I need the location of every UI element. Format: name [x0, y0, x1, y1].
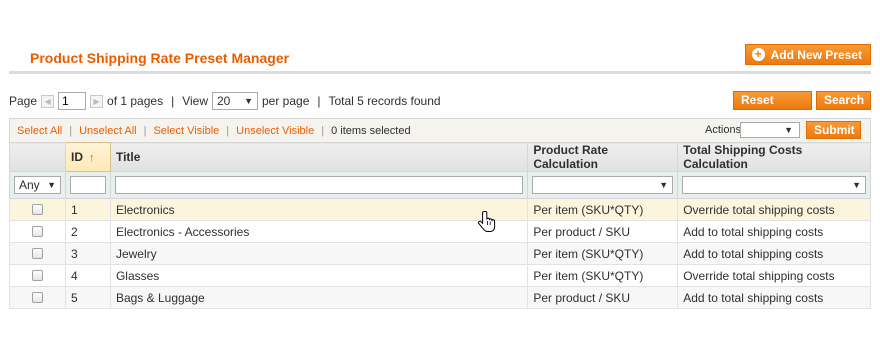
per-page-select[interactable]: 20 ▼ [212, 92, 258, 110]
cell-product-rate: Per product / SKU [527, 286, 679, 309]
page-header: Product Shipping Rate Preset Manager + A… [9, 44, 871, 74]
table-row[interactable]: 1 Electronics Per item (SKU*QTY) Overrid… [9, 198, 871, 221]
column-header-id[interactable]: ID ↑ [64, 142, 111, 172]
header-row: ID ↑ Title Product Rate Calculation Total… [9, 142, 871, 172]
cell-title: Glasses [109, 264, 529, 287]
submit-button[interactable]: Submit [806, 121, 861, 139]
cell-id: 2 [64, 220, 111, 243]
table-row[interactable]: 3 Jewelry Per item (SKU*QTY) Add to tota… [9, 242, 871, 265]
filter-product-rate-cell: ▼ [527, 171, 679, 199]
row-checkbox-cell [9, 220, 66, 243]
previous-page-icon[interactable]: ◀ [41, 94, 55, 108]
massaction-separator: | [69, 125, 73, 137]
chevron-down-icon: ▼ [47, 180, 56, 190]
per-page-value: 20 [217, 94, 231, 108]
search-button[interactable]: Search [816, 91, 871, 110]
reset-filter-button[interactable]: Reset Filter [733, 91, 812, 124]
cell-id: 5 [64, 286, 111, 309]
table-row[interactable]: 4 Glasses Per item (SKU*QTY) Override to… [9, 264, 871, 287]
cell-product-rate: Per item (SKU*QTY) [527, 198, 679, 221]
unselect-all-link[interactable]: Unselect All [79, 125, 136, 137]
total-shipping-filter-select[interactable]: ▼ [682, 176, 866, 194]
massaction-column-header [9, 142, 66, 172]
title-filter-input[interactable] [114, 176, 524, 194]
page-label: Page [9, 94, 38, 108]
presets-grid: ID ↑ Title Product Rate Calculation Total… [9, 142, 871, 309]
row-checkbox-cell [9, 264, 66, 287]
next-page-icon[interactable]: ▶ [90, 94, 104, 108]
cell-total-shipping: Add to total shipping costs [677, 242, 871, 265]
select-all-link[interactable]: Select All [17, 125, 62, 137]
filter-title-cell [109, 171, 529, 199]
product-rate-filter-select[interactable]: ▼ [532, 176, 674, 194]
cell-id: 1 [64, 198, 111, 221]
row-checkbox[interactable] [31, 270, 43, 281]
cell-product-rate: Per item (SKU*QTY) [527, 264, 679, 287]
items-selected-count: 0 items selected [331, 125, 411, 137]
row-checkbox-cell [9, 242, 66, 265]
row-checkbox-cell [9, 198, 66, 221]
massaction-filter-select[interactable]: Any ▼ [14, 176, 61, 194]
sort-up-arrow-icon: ↑ [88, 152, 95, 164]
row-checkbox[interactable] [31, 226, 43, 237]
massaction-separator: | [226, 125, 230, 137]
cell-total-shipping: Add to total shipping costs [677, 220, 871, 243]
add-new-preset-label: Add New Preset [770, 47, 862, 62]
massaction-bar: Select All | Unselect All | Select Visib… [9, 118, 871, 142]
column-header-title[interactable]: Title [109, 142, 529, 172]
chevron-down-icon: ▼ [659, 180, 669, 190]
pager-separator: | [171, 94, 175, 108]
cell-product-rate: Per item (SKU*QTY) [527, 242, 679, 265]
of-pages-text: of 1 pages [107, 94, 164, 108]
plus-icon: + [751, 48, 765, 61]
filter-total-shipping-cell: ▼ [677, 171, 871, 199]
filter-id-cell [64, 171, 111, 199]
filter-row: Any ▼ ▼ ▼ [9, 171, 871, 199]
massaction-separator: | [321, 125, 325, 137]
massaction-separator: | [143, 125, 147, 137]
row-checkbox[interactable] [31, 292, 43, 303]
unselect-visible-link[interactable]: Unselect Visible [236, 125, 314, 137]
select-visible-link[interactable]: Select Visible [153, 125, 219, 137]
hand-pointer-icon [478, 211, 496, 232]
cell-total-shipping: Override total shipping costs [677, 264, 871, 287]
row-checkbox-cell [9, 286, 66, 309]
pager: Page ◀ ▶ of 1 pages | View 20 ▼ per page… [9, 92, 441, 110]
chevron-down-icon: ▼ [244, 96, 253, 106]
cell-total-shipping: Add to total shipping costs [677, 286, 871, 309]
row-checkbox[interactable] [31, 248, 43, 259]
cell-product-rate: Per product / SKU [527, 220, 679, 243]
per-page-label: per page [262, 94, 310, 108]
cell-title: Electronics - Accessories [109, 220, 529, 243]
cell-title: Bags & Luggage [109, 286, 529, 309]
row-checkbox[interactable] [31, 204, 43, 215]
actions-select[interactable]: ▼ [740, 122, 800, 138]
view-label: View [182, 94, 208, 108]
massaction-filter-value: Any [19, 178, 40, 192]
cell-title: Jewelry [109, 242, 529, 265]
add-new-preset-button[interactable]: + Add New Preset [744, 44, 871, 65]
column-header-total-shipping[interactable]: Total Shipping Costs Calculation [677, 142, 871, 172]
filter-massaction-cell: Any ▼ [9, 171, 66, 199]
cell-total-shipping: Override total shipping costs [677, 198, 871, 221]
total-records-text: Total 5 records found [328, 94, 441, 108]
cell-title: Electronics [109, 198, 529, 221]
cell-id: 4 [64, 264, 111, 287]
column-id-label: ID [70, 150, 83, 164]
pager-separator: | [317, 94, 321, 108]
column-header-product-rate[interactable]: Product Rate Calculation [527, 142, 679, 172]
page-title: Product Shipping Rate Preset Manager [30, 50, 290, 66]
id-filter-input[interactable] [69, 176, 106, 194]
chevron-down-icon: ▼ [784, 125, 793, 135]
cell-id: 3 [64, 242, 111, 265]
page-number-input[interactable] [58, 92, 87, 110]
table-row[interactable]: 2 Electronics - Accessories Per product … [9, 220, 871, 243]
actions-label: Actions [705, 124, 742, 136]
chevron-down-icon: ▼ [852, 180, 861, 190]
table-row[interactable]: 5 Bags & Luggage Per product / SKU Add t… [9, 286, 871, 309]
